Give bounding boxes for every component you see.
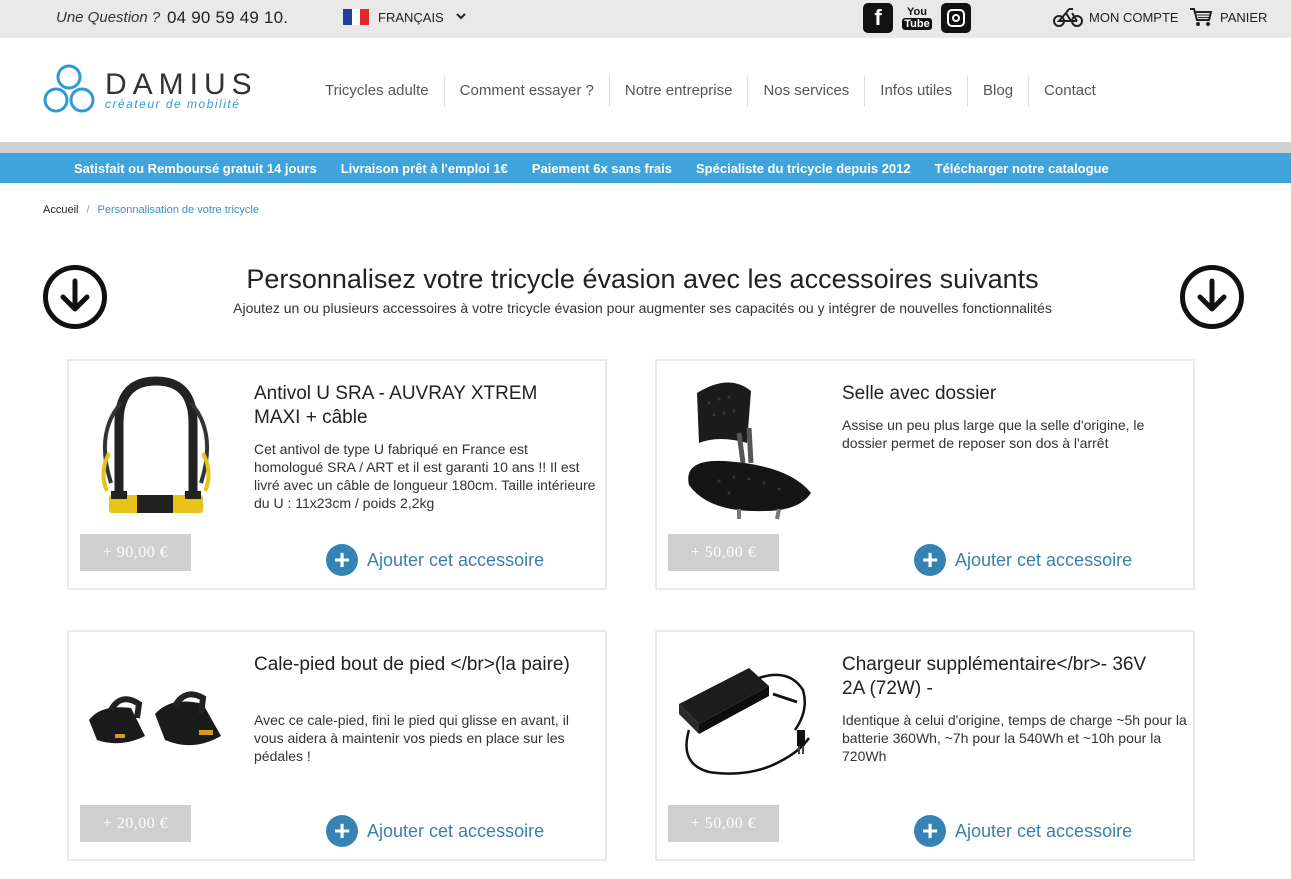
add-accessory-label: Ajouter cet accessoire bbox=[955, 820, 1133, 841]
promo-item[interactable]: Paiement 6x sans frais bbox=[520, 161, 684, 176]
price-badge: + 20,00 € bbox=[80, 805, 191, 842]
promo-item-catalogue[interactable]: Télécharger notre catalogue bbox=[923, 161, 1121, 176]
product-title: Selle avec dossier bbox=[842, 383, 997, 404]
top-bar: Une Question ? 04 90 59 49 10. FRANÇAIS … bbox=[0, 0, 1291, 38]
cart-label: PANIER bbox=[1220, 9, 1268, 25]
price-badge: + 50,00 € bbox=[668, 534, 779, 571]
product-card: Selle avec dossier Assise un peu plus la… bbox=[655, 359, 1195, 590]
nav-item-comment-essayer[interactable]: Comment essayer ? bbox=[443, 76, 609, 106]
price-badge: + 50,00 € bbox=[668, 805, 779, 842]
product-description: Assise un peu plus large que la selle d'… bbox=[842, 417, 1145, 451]
instagram-icon[interactable] bbox=[941, 3, 971, 33]
question-label: Une Question ? bbox=[56, 9, 161, 26]
breadcrumb-separator: / bbox=[86, 204, 90, 216]
product-title: Cale-pied bout de pied </br>(la paire) bbox=[254, 654, 570, 675]
product-description: Identique à celui d'origine, temps de ch… bbox=[842, 712, 1187, 764]
site-header: DAMIUS créateur de mobilité Tricycles ad… bbox=[0, 38, 1291, 142]
language-label: FRANÇAIS bbox=[378, 9, 444, 25]
promo-bar: Satisfait ou Remboursé gratuit 14 jours … bbox=[0, 153, 1291, 183]
pedal-image bbox=[89, 691, 221, 746]
product-card: Chargeur supplémentaire</br>- 36V 2A (72… bbox=[655, 630, 1195, 861]
promo-item[interactable]: Satisfait ou Remboursé gratuit 14 jours bbox=[62, 161, 329, 176]
plus-icon: + bbox=[326, 815, 358, 847]
add-accessory-button[interactable]: + Ajouter cet accessoire bbox=[326, 544, 544, 576]
breadcrumb-current: Personnalisation de votre tricycle bbox=[97, 204, 259, 216]
product-title: Antivol U SRA - AUVRAY XTREM MAXI + câbl… bbox=[254, 383, 538, 428]
plus-icon: + bbox=[914, 815, 946, 847]
u-lock-image bbox=[101, 376, 211, 513]
account-link[interactable]: MON COMPTE bbox=[1053, 7, 1179, 27]
nav-item-infos[interactable]: Infos utiles bbox=[864, 76, 967, 106]
account-label: MON COMPTE bbox=[1089, 9, 1179, 25]
logo-tagline: créateur de mobilité bbox=[105, 97, 241, 111]
add-accessory-label: Ajouter cet accessoire bbox=[367, 820, 545, 841]
nav-item-services[interactable]: Nos services bbox=[747, 76, 864, 106]
saddle-image bbox=[688, 382, 811, 520]
plus-icon: + bbox=[914, 544, 946, 576]
nav-item-tricycles[interactable]: Tricycles adulte bbox=[310, 76, 444, 106]
page-subtitle: Ajoutez un ou plusieurs accessoires à vo… bbox=[233, 300, 1052, 316]
damius-logo[interactable]: DAMIUS créateur de mobilité bbox=[43, 64, 273, 124]
youtube-you: You bbox=[907, 5, 927, 18]
product-description: Avec ce cale-pied, fini le pied qui glis… bbox=[254, 712, 569, 764]
arrow-down-icon bbox=[1180, 265, 1244, 329]
promo-item[interactable]: Spécialiste du tricycle depuis 2012 bbox=[684, 161, 923, 176]
header-divider bbox=[0, 142, 1291, 153]
product-title: Chargeur supplémentaire</br>- 36V 2A (72… bbox=[842, 654, 1147, 699]
chevron-down-icon bbox=[456, 13, 466, 20]
french-flag-icon bbox=[343, 9, 370, 25]
breadcrumb: Accueil / Personnalisation de votre tric… bbox=[43, 204, 259, 216]
youtube-tube: Tube bbox=[902, 17, 932, 30]
add-accessory-button[interactable]: + Ajouter cet accessoire bbox=[326, 815, 544, 847]
phone-number[interactable]: 04 90 59 49 10. bbox=[167, 8, 288, 28]
product-description: Cet antivol de type U fabriqué en France… bbox=[254, 441, 596, 511]
add-accessory-label: Ajouter cet accessoire bbox=[955, 549, 1133, 570]
youtube-icon[interactable]: You Tube bbox=[902, 3, 932, 33]
page-title: Personnalisez votre tricycle évasion ave… bbox=[246, 264, 1039, 294]
product-card: Cale-pied bout de pied </br>(la paire) A… bbox=[67, 630, 607, 861]
nav-item-contact[interactable]: Contact bbox=[1028, 76, 1111, 106]
add-accessory-label: Ajouter cet accessoire bbox=[367, 549, 545, 570]
promo-item[interactable]: Livraison prêt à l'emploi 1€ bbox=[329, 161, 520, 176]
add-accessory-button[interactable]: + Ajouter cet accessoire bbox=[914, 544, 1132, 576]
cart-link[interactable]: PANIER bbox=[1189, 7, 1267, 27]
facebook-icon[interactable]: f bbox=[863, 3, 893, 33]
nav-item-blog[interactable]: Blog bbox=[967, 76, 1028, 106]
price-badge: + 90,00 € bbox=[80, 534, 191, 571]
product-card: Antivol U SRA - AUVRAY XTREM MAXI + câbl… bbox=[67, 359, 607, 590]
nav-item-entreprise[interactable]: Notre entreprise bbox=[608, 76, 748, 106]
logo-mark-icon bbox=[43, 64, 95, 113]
tricycle-icon bbox=[1053, 8, 1083, 27]
cart-icon bbox=[1190, 8, 1213, 26]
breadcrumb-home[interactable]: Accueil bbox=[43, 204, 78, 216]
main-nav: Tricycles adulte Comment essayer ? Notre… bbox=[310, 76, 1111, 106]
add-accessory-button[interactable]: + Ajouter cet accessoire bbox=[914, 815, 1132, 847]
language-selector[interactable]: FRANÇAIS bbox=[343, 9, 466, 25]
charger-image bbox=[679, 668, 811, 775]
plus-icon: + bbox=[326, 544, 358, 576]
